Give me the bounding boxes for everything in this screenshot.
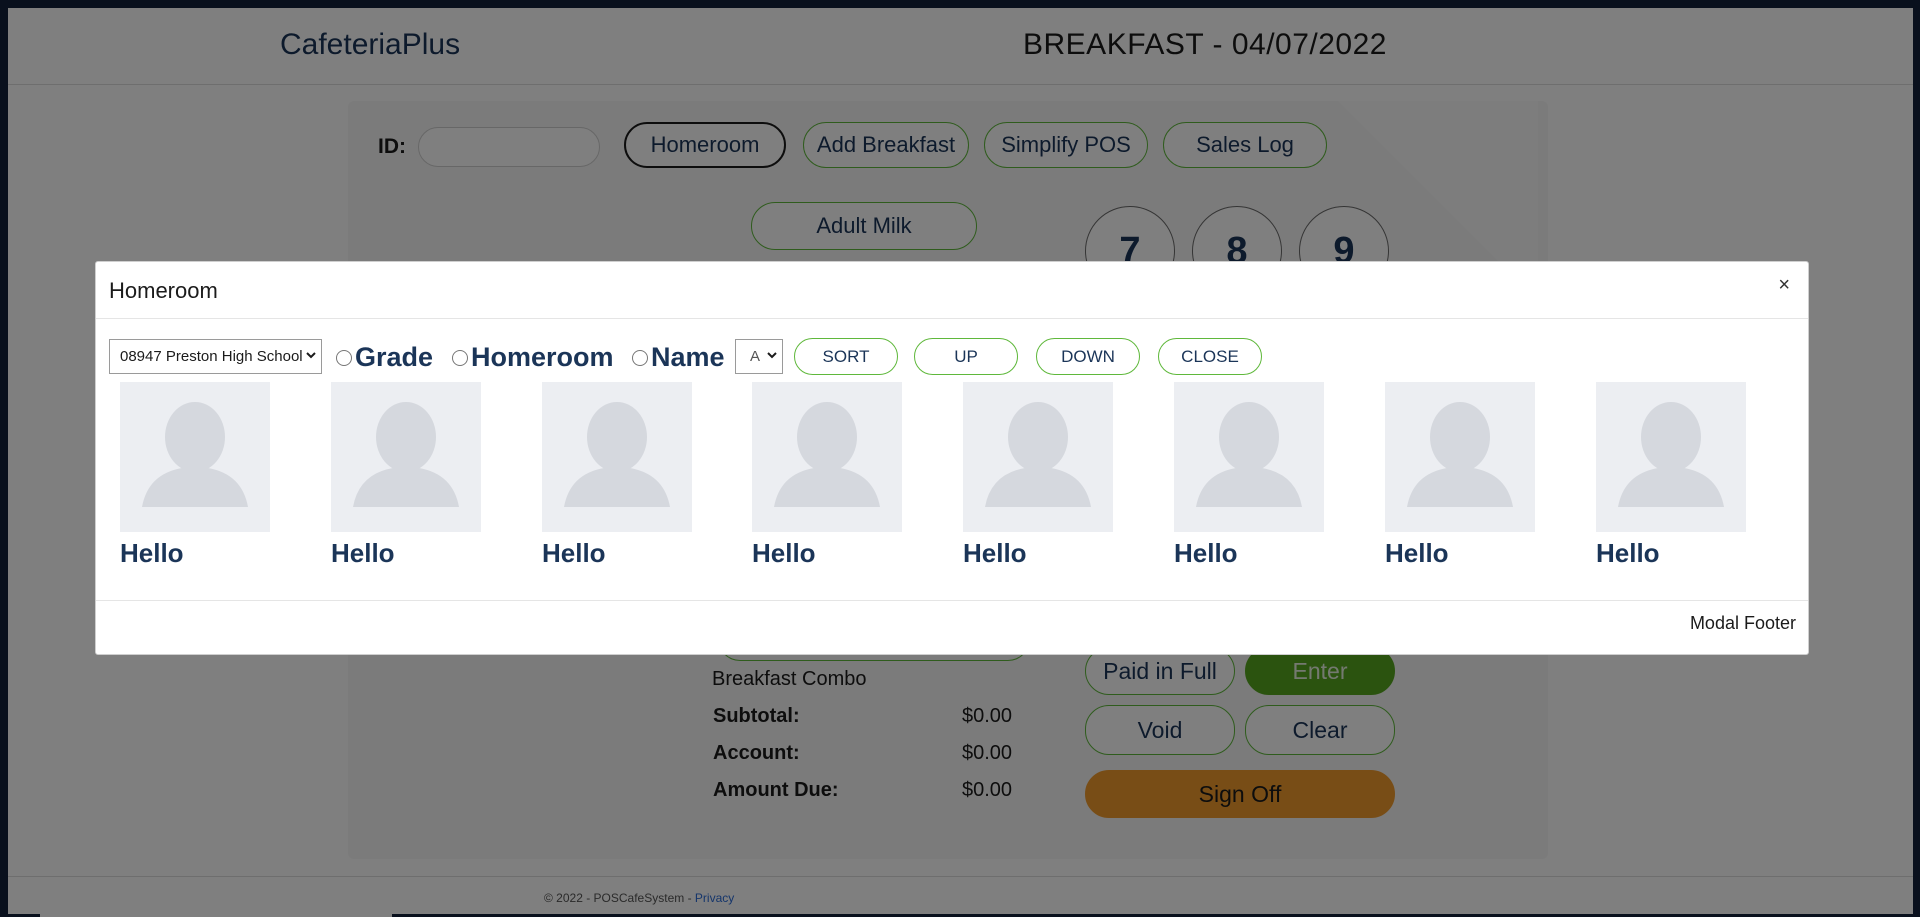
radio-name-label: Name xyxy=(651,342,725,372)
sort-button[interactable]: SORT xyxy=(794,338,898,375)
radio-name[interactable] xyxy=(632,349,648,366)
avatar-placeholder-icon xyxy=(542,382,692,532)
student-card[interactable]: Hello xyxy=(752,382,902,569)
avatar-placeholder-icon xyxy=(963,382,1113,532)
radio-homeroom-label: Homeroom xyxy=(471,342,614,372)
avatar-placeholder-icon xyxy=(1596,382,1746,532)
sort-grade-option[interactable]: Grade xyxy=(336,342,433,373)
student-name: Hello xyxy=(331,538,395,568)
close-icon[interactable]: × xyxy=(1778,274,1790,297)
school-select[interactable]: 08947 Preston High School xyxy=(109,339,322,374)
sort-homeroom-option[interactable]: Homeroom xyxy=(452,342,614,373)
student-name: Hello xyxy=(1385,538,1449,568)
student-card[interactable]: Hello xyxy=(1174,382,1324,569)
student-card[interactable]: Hello xyxy=(542,382,692,569)
student-card[interactable]: Hello xyxy=(1596,382,1746,569)
close-button[interactable]: CLOSE xyxy=(1158,338,1262,375)
avatar-placeholder-icon xyxy=(1174,382,1324,532)
student-name: Hello xyxy=(542,538,606,568)
student-card[interactable]: Hello xyxy=(1385,382,1535,569)
sort-name-option[interactable]: Name xyxy=(632,342,725,373)
chevron-down-icon xyxy=(766,349,778,364)
student-name: Hello xyxy=(120,538,184,568)
modal-title: Homeroom xyxy=(109,278,218,303)
letter-select[interactable]: A xyxy=(735,339,783,374)
student-name: Hello xyxy=(1174,538,1238,568)
modal-footer-text: Modal Footer xyxy=(1689,613,1796,633)
up-button[interactable]: UP xyxy=(914,338,1018,375)
student-name: Hello xyxy=(752,538,816,568)
student-card[interactable]: Hello xyxy=(331,382,481,569)
radio-grade[interactable] xyxy=(336,349,352,366)
avatar-placeholder-icon xyxy=(752,382,902,532)
avatar-placeholder-icon xyxy=(120,382,270,532)
letter-select-value: A xyxy=(750,348,761,365)
chevron-down-icon xyxy=(305,349,317,364)
homeroom-modal: Homeroom × 08947 Preston High School Gra… xyxy=(95,261,1809,655)
avatar-placeholder-icon xyxy=(1385,382,1535,532)
radio-grade-label: Grade xyxy=(355,342,434,372)
avatar-placeholder-icon xyxy=(331,382,481,532)
student-name: Hello xyxy=(1596,538,1660,568)
down-button[interactable]: DOWN xyxy=(1036,338,1140,375)
radio-homeroom[interactable] xyxy=(452,349,468,366)
modal-header: Homeroom × xyxy=(96,262,1808,319)
student-card[interactable]: Hello xyxy=(963,382,1113,569)
student-name: Hello xyxy=(963,538,1027,568)
school-select-value: 08947 Preston High School xyxy=(120,348,303,365)
modal-footer: Modal Footer xyxy=(96,600,1808,654)
student-card[interactable]: Hello xyxy=(120,382,270,569)
